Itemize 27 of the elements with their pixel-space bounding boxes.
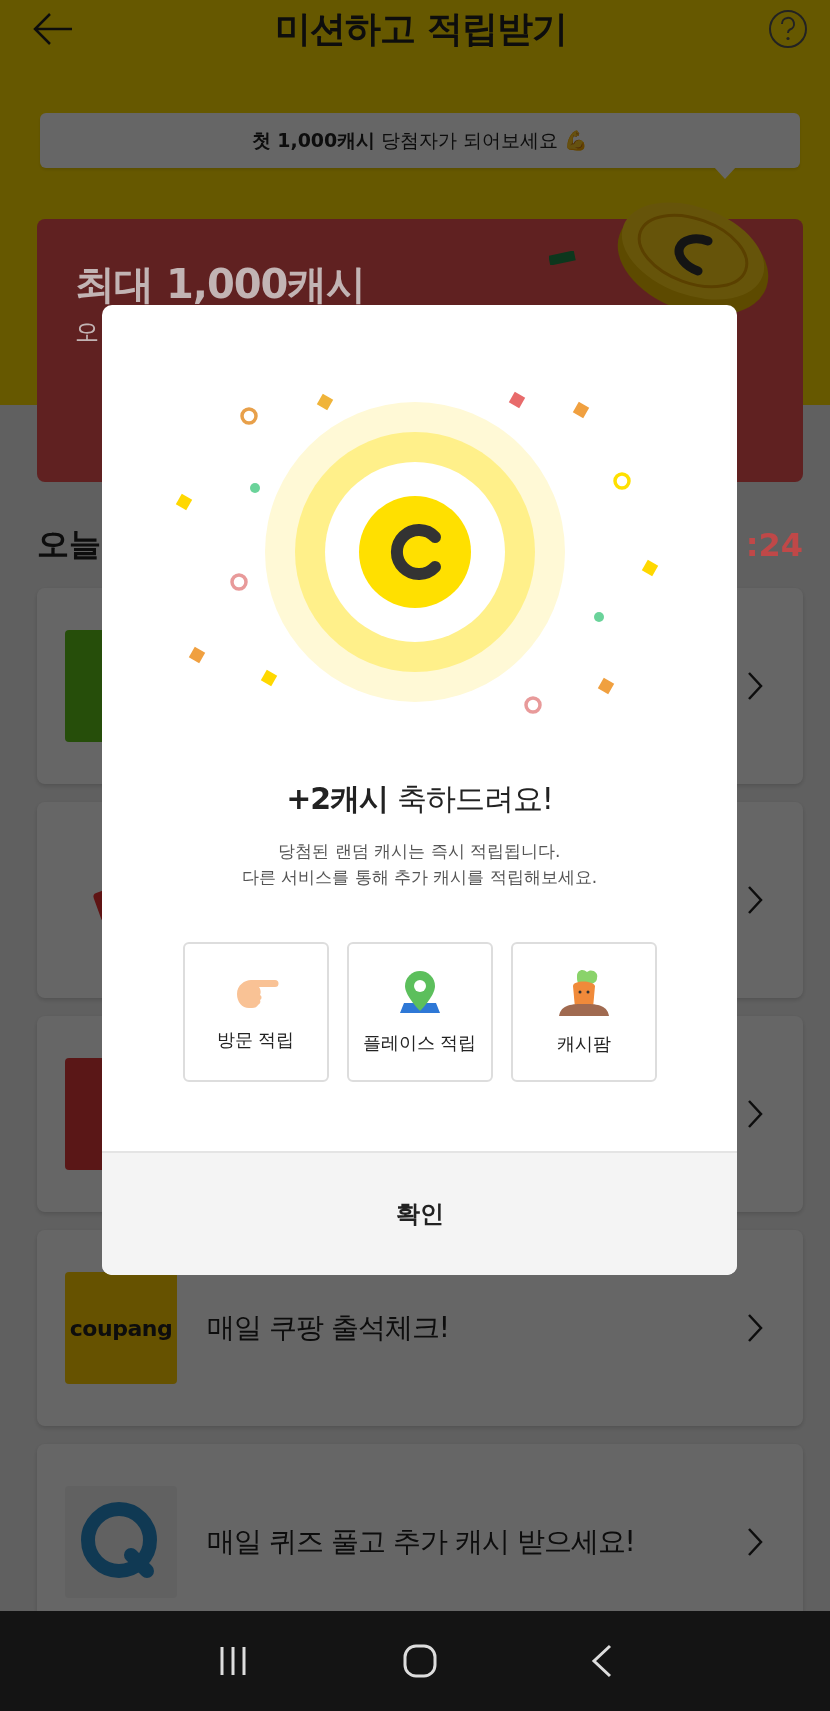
chevron-right-icon (747, 1527, 763, 1557)
mission-title: 매일 쿠팡 출석체크! (207, 1313, 450, 1343)
service-button[interactable]: 플레이스 적립 (346, 942, 493, 1082)
section-title: 오늘 (37, 524, 101, 565)
dialog-message: 당첨된 랜덤 캐시는 즉시 적립됩니다. (277, 840, 562, 863)
banner-subtitle: 오 (75, 317, 99, 348)
promo-text: 첫 1,000캐시 당첨자가 되어보세요 💪 (251, 127, 589, 153)
carrot-icon (558, 968, 609, 1016)
countdown-timer: :24 (745, 526, 803, 564)
back-icon[interactable] (589, 1644, 614, 1678)
logo-text: coupang (69, 1315, 173, 1341)
service-button[interactable]: 방문 적립 (182, 942, 329, 1082)
banner-title: 최대 1,000캐시 (75, 260, 366, 309)
confetti-icon (549, 251, 577, 265)
dialog-title: +2캐시 축하드려요! (286, 780, 553, 818)
confirm-button[interactable]: 확인 (102, 1151, 737, 1275)
mission-title: 매일 퀴즈 풀고 추가 캐시 받으세요! (207, 1527, 635, 1557)
dialog-message: 다른 서비스를 통해 추가 캐시를 적립해보세요. (241, 866, 598, 889)
map-pin-icon (399, 969, 440, 1015)
service-button[interactable]: 캐시팜 (510, 942, 657, 1082)
page-title: 미션하고 적립받기 (275, 6, 567, 51)
back-arrow-icon[interactable] (32, 12, 74, 46)
chevron-right-icon (747, 671, 763, 701)
home-icon[interactable] (403, 1644, 437, 1678)
chevron-right-icon (747, 885, 763, 915)
chevron-right-icon (747, 1313, 763, 1343)
chevron-right-icon (747, 1099, 763, 1129)
